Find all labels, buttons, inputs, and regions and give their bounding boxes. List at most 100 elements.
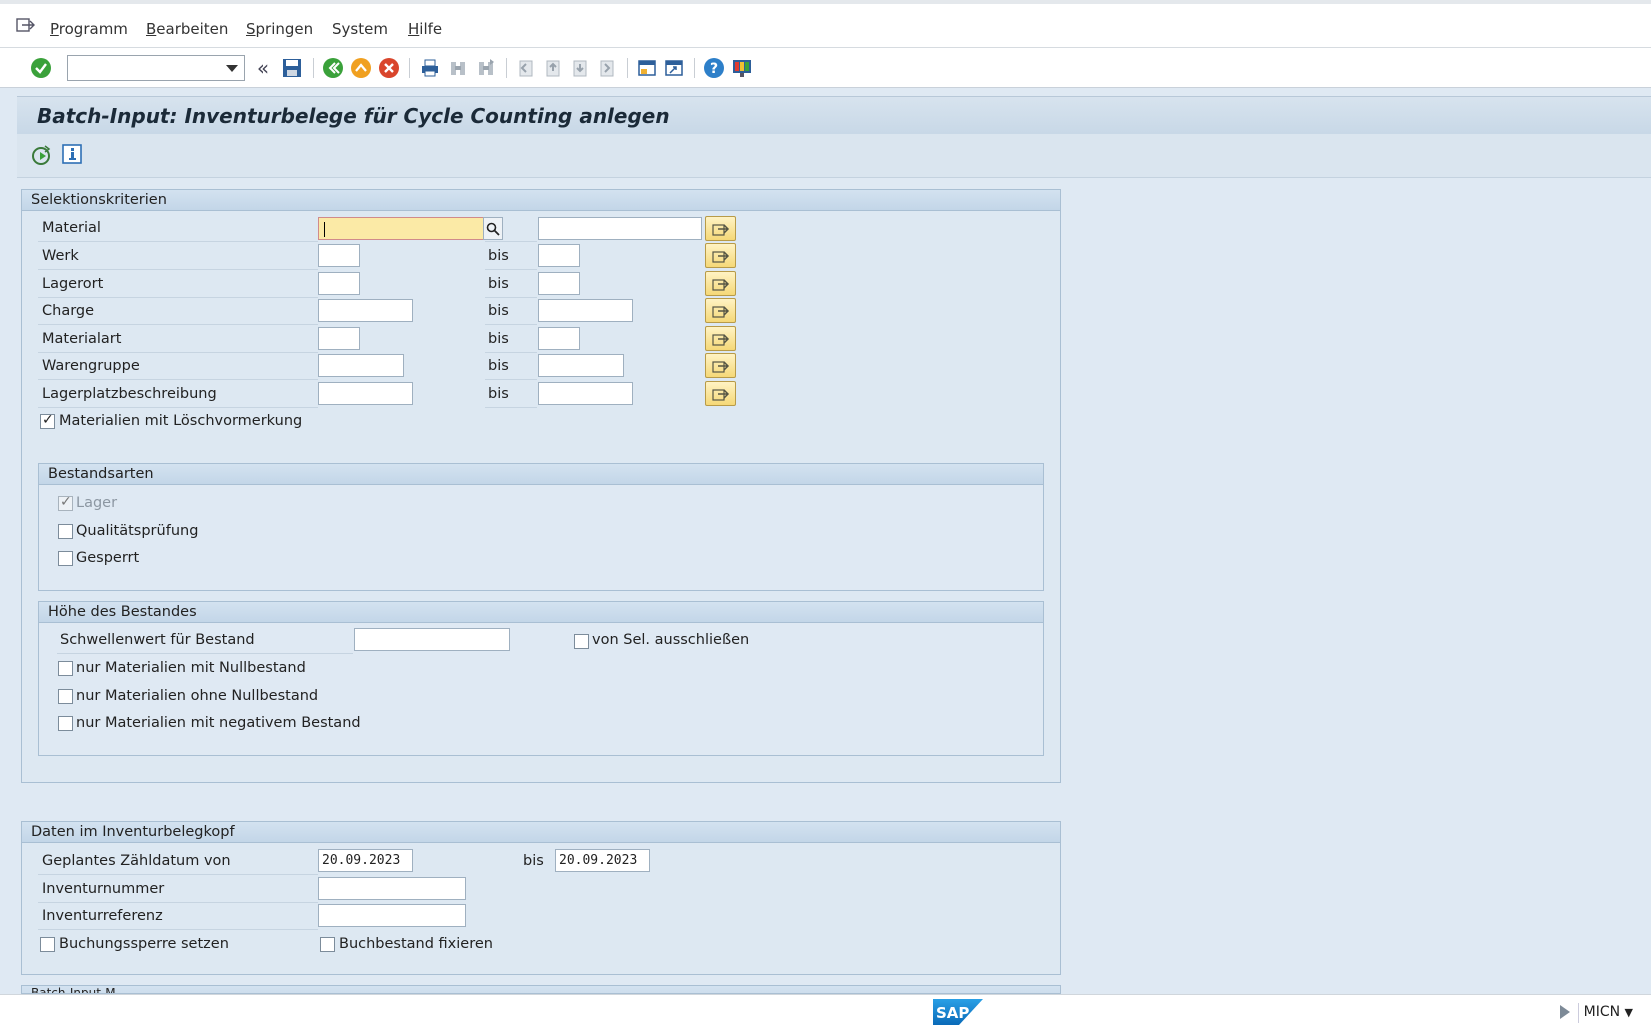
toolbar-separator — [694, 58, 695, 78]
double-chevron-left-icon: « — [256, 56, 270, 80]
quality-inspection-checkbox[interactable] — [58, 524, 73, 539]
multiple-selection-arrow-icon — [711, 388, 729, 401]
inventory-number-input[interactable] — [318, 877, 466, 900]
page-title: Batch-Input: Inventurbelege für Cycle Co… — [37, 104, 670, 128]
negative-stock-checkbox[interactable] — [58, 716, 73, 731]
inventory-number-label: Inventurnummer — [42, 881, 165, 897]
multiple-selection-arrow-icon — [711, 360, 729, 373]
window-top-line — [0, 0, 1651, 4]
charge-from-input[interactable] — [318, 299, 413, 322]
posting-block-checkbox[interactable] — [40, 937, 55, 952]
werk-to-input[interactable] — [538, 244, 580, 267]
find-next-button[interactable] — [474, 56, 498, 80]
menu-bearbeiten[interactable]: Bearbeiten — [146, 20, 228, 38]
status-expand-icon[interactable] — [1560, 1005, 1570, 1019]
material-to-input[interactable] — [538, 217, 702, 240]
menu-system[interactable]: System — [332, 20, 388, 38]
menu-springen[interactable]: Springen — [246, 20, 313, 38]
toolbar-separator — [313, 58, 314, 78]
exclude-from-selection-checkbox[interactable] — [574, 634, 589, 649]
lagerort-from-input[interactable] — [318, 272, 360, 295]
system-info[interactable]: MICN ▼ — [1584, 1004, 1633, 1020]
bis-label: bis — [488, 248, 509, 264]
save-button[interactable] — [280, 56, 304, 80]
werk-from-input[interactable] — [318, 244, 360, 267]
group-header: Bestandsarten — [39, 464, 1043, 485]
lagerort-to-input[interactable] — [538, 272, 580, 295]
werk-multiple-selection-button[interactable] — [705, 243, 736, 268]
dropdown-arrow-icon[interactable] — [226, 65, 238, 72]
row-divider — [38, 902, 318, 903]
row-divider — [38, 297, 318, 298]
menu-bar: Programm Bearbeiten Springen System Hilf… — [0, 0, 1651, 48]
row-divider — [485, 379, 537, 380]
save-icon — [283, 59, 301, 77]
blocked-checkbox[interactable] — [58, 551, 73, 566]
deletion-flag-checkbox[interactable] — [40, 412, 55, 429]
warengruppe-to-input[interactable] — [538, 354, 624, 377]
application-toolbar — [17, 134, 1651, 178]
materialart-from-input[interactable] — [318, 327, 360, 350]
menu-exit-icon[interactable] — [16, 16, 36, 34]
status-separator — [1578, 1003, 1579, 1023]
threshold-input[interactable] — [354, 628, 510, 651]
zero-stock-checkbox[interactable] — [58, 661, 73, 676]
materialart-multiple-selection-button[interactable] — [705, 326, 736, 351]
lagerplatzbeschreibung-label: Lagerplatzbeschreibung — [42, 386, 217, 402]
print-button[interactable] — [418, 56, 442, 80]
previous-page-icon — [546, 60, 560, 77]
customize-layout-button[interactable] — [730, 56, 754, 80]
last-page-icon — [600, 60, 614, 77]
row-divider — [57, 653, 353, 654]
count-date-from-input[interactable]: 20.09.2023 — [318, 849, 413, 872]
bis-label: bis — [488, 358, 509, 374]
lager-label: Lager — [76, 495, 118, 511]
help-button[interactable]: ? — [702, 56, 726, 80]
cancel-button[interactable] — [377, 56, 401, 80]
warengruppe-from-input[interactable] — [318, 354, 404, 377]
info-icon — [62, 144, 82, 164]
count-date-to-input[interactable]: 20.09.2023 — [555, 849, 650, 872]
nonzero-stock-checkbox[interactable] — [58, 689, 73, 704]
info-button[interactable] — [62, 144, 82, 168]
charge-multiple-selection-button[interactable] — [705, 298, 736, 323]
deletion-flag-label: Materialien mit Löschvormerkung — [59, 413, 303, 429]
previous-page-button[interactable] — [541, 56, 565, 80]
inventory-reference-input[interactable] — [318, 904, 466, 927]
execute-button[interactable] — [31, 144, 53, 170]
charge-to-input[interactable] — [538, 299, 633, 322]
material-from-input[interactable] — [318, 217, 484, 240]
lagerplatzbeschreibung-to-input[interactable] — [538, 382, 633, 405]
enter-button[interactable] — [29, 56, 53, 80]
exit-button[interactable] — [349, 56, 373, 80]
lagerplatzbeschreibung-multiple-selection-button[interactable] — [705, 381, 736, 406]
bis-label: bis — [488, 276, 509, 292]
standard-toolbar: « ? — [0, 48, 1651, 88]
material-search-help-button[interactable] — [483, 217, 503, 240]
freeze-book-inventory-label: Buchbestand fixieren — [339, 936, 493, 952]
command-field[interactable] — [67, 55, 245, 81]
monitor-icon — [733, 60, 751, 77]
new-session-button[interactable] — [635, 56, 659, 80]
system-id: MICN — [1583, 1004, 1621, 1020]
last-page-button[interactable] — [595, 56, 619, 80]
text-caret — [324, 222, 325, 237]
row-divider — [38, 874, 318, 875]
lagerplatzbeschreibung-from-input[interactable] — [318, 382, 413, 405]
back-button[interactable] — [321, 56, 345, 80]
freeze-book-inventory-checkbox[interactable] — [320, 937, 335, 952]
first-page-button[interactable] — [514, 56, 538, 80]
material-multiple-selection-button[interactable] — [705, 216, 736, 241]
warengruppe-multiple-selection-button[interactable] — [705, 353, 736, 378]
bis-label: bis — [523, 853, 544, 869]
next-page-button[interactable] — [568, 56, 592, 80]
find-button[interactable] — [446, 56, 470, 80]
menu-programm[interactable]: Programm — [50, 20, 128, 38]
menu-hilfe[interactable]: Hilfe — [408, 20, 442, 38]
lagerort-multiple-selection-button[interactable] — [705, 271, 736, 296]
collapse-command-button[interactable]: « — [251, 56, 275, 80]
batch-input-group-partial: Batch-Input-M — [21, 985, 1061, 994]
shortcut-button[interactable] — [662, 56, 686, 80]
row-divider — [38, 269, 318, 270]
materialart-to-input[interactable] — [538, 327, 580, 350]
